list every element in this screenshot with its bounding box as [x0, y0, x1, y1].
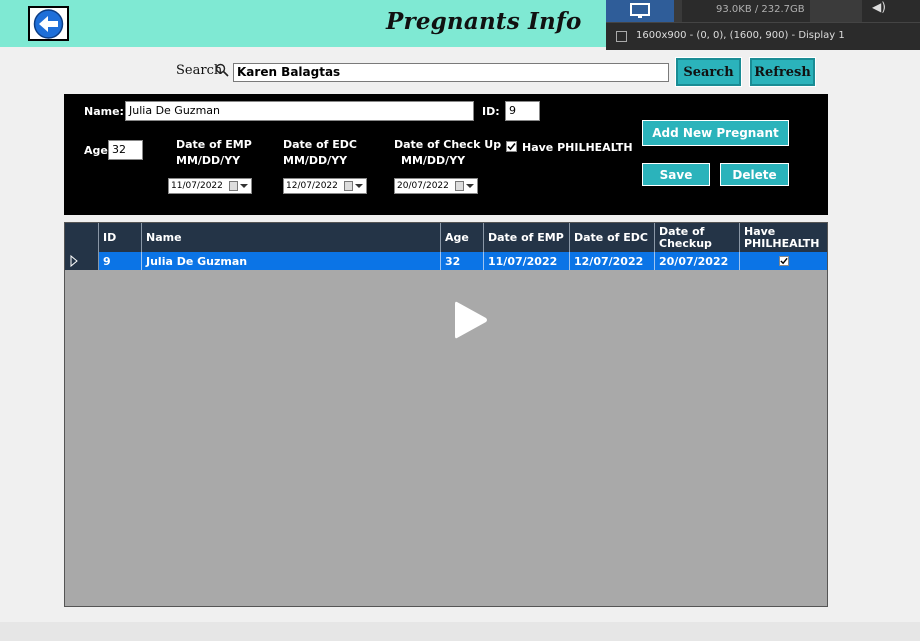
recorder-dropdown[interactable] — [674, 0, 682, 22]
calendar-icon — [229, 181, 238, 191]
pregnant-form: Name: Julia De Guzman ID: 9 Age: 32 Date… — [64, 94, 828, 215]
philhealth-cell-checkbox[interactable] — [778, 256, 789, 266]
checkup-label: Date of Check Up MM/DD/YY — [394, 138, 502, 167]
back-button[interactable] — [28, 6, 69, 41]
column-header-edc[interactable]: Date of EDC — [570, 223, 655, 252]
calendar-icon — [455, 181, 464, 191]
cell-name[interactable]: Julia De Guzman — [142, 252, 441, 270]
column-header-checkup[interactable]: Date of Checkup — [655, 223, 740, 252]
calendar-icon — [344, 181, 353, 191]
refresh-button[interactable]: Refresh — [749, 57, 816, 87]
pregnants-table[interactable]: ID Name Age Date of EMP Date of EDC Date… — [64, 222, 828, 607]
record-icon[interactable] — [810, 0, 862, 22]
cell-id[interactable]: 9 — [99, 252, 142, 270]
search-input[interactable]: Karen Balagtas — [233, 63, 669, 82]
name-label: Name: — [84, 105, 124, 118]
row-selector[interactable] — [65, 252, 99, 270]
chevron-down-icon — [466, 184, 474, 188]
bottom-strip — [0, 622, 920, 641]
column-header-name[interactable]: Name — [142, 223, 441, 252]
recorder-overlay: 93.0KB / 232.7GB ◀) 1600x900 - (0, 0), (… — [606, 0, 920, 50]
column-header-philhealth[interactable]: Have PHILHEALTH — [740, 223, 827, 252]
speaker-icon[interactable]: ◀) — [872, 0, 886, 14]
checkmark-icon — [507, 142, 516, 151]
table-header: ID Name Age Date of EMP Date of EDC Date… — [65, 223, 827, 252]
column-header-id[interactable]: ID — [99, 223, 142, 252]
edc-label: Date of EDC MM/DD/YY — [283, 138, 357, 167]
philhealth-checkbox[interactable] — [506, 141, 517, 152]
chevron-down-icon — [355, 184, 363, 188]
column-header-age[interactable]: Age — [441, 223, 484, 252]
arrow-left-icon — [33, 8, 64, 39]
cell-philhealth[interactable] — [740, 252, 827, 270]
id-field[interactable]: 9 — [505, 101, 540, 121]
cell-checkup[interactable]: 20/07/2022 — [655, 252, 740, 270]
recorder-display-text: 1600x900 - (0, 0), (1600, 900) - Display… — [636, 30, 845, 41]
id-label: ID: — [482, 105, 500, 118]
philhealth-label: Have PHILHEALTH — [522, 141, 633, 154]
edc-date-picker[interactable]: 12/07/2022 — [283, 178, 367, 194]
cell-emp[interactable]: 11/07/2022 — [484, 252, 570, 270]
checkmark-icon — [779, 257, 788, 265]
cell-age[interactable]: 32 — [441, 252, 484, 270]
search-button[interactable]: Search — [675, 57, 742, 87]
recorder-region-checkbox[interactable] — [616, 31, 627, 42]
row-pointer-icon — [70, 254, 78, 268]
app-header: Pregnants Info — [0, 0, 606, 47]
checkup-date-picker[interactable]: 20/07/2022 — [394, 178, 478, 194]
emp-label: Date of EMP MM/DD/YY — [176, 138, 252, 167]
delete-button[interactable]: Delete — [720, 163, 789, 186]
save-button[interactable]: Save — [642, 163, 710, 186]
age-field[interactable]: 32 — [108, 140, 143, 160]
add-new-pregnant-button[interactable]: Add New Pregnant — [642, 120, 789, 146]
chevron-down-icon — [240, 184, 248, 188]
search-icon — [215, 63, 229, 77]
table-row[interactable]: 9 Julia De Guzman 32 11/07/2022 12/07/20… — [99, 252, 827, 270]
name-field[interactable]: Julia De Guzman — [125, 101, 474, 121]
emp-date-picker[interactable]: 11/07/2022 — [168, 178, 252, 194]
monitor-icon[interactable] — [606, 0, 674, 22]
column-header-emp[interactable]: Date of EMP — [484, 223, 570, 252]
cell-edc[interactable]: 12/07/2022 — [570, 252, 655, 270]
recorder-size-text: 93.0KB / 232.7GB — [716, 4, 805, 15]
page-title: Pregnants Info — [386, 8, 582, 35]
play-icon[interactable] — [453, 299, 489, 341]
